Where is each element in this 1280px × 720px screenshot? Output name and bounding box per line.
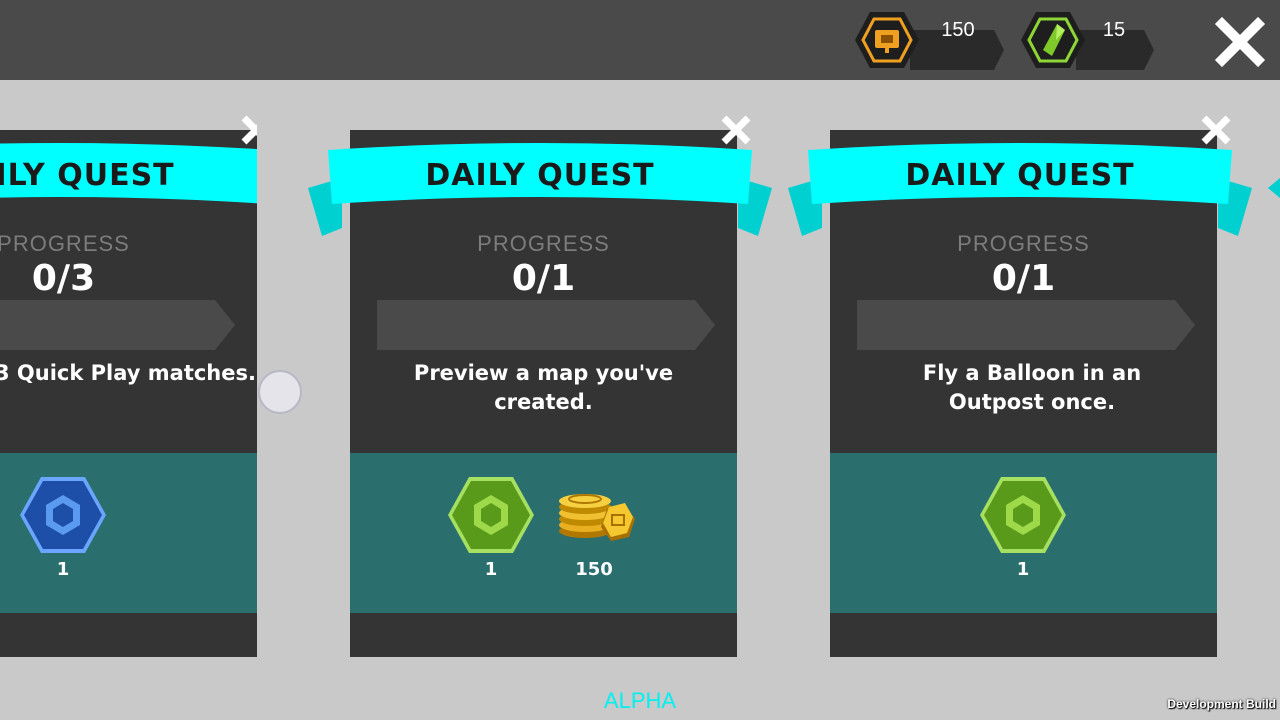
touch-indicator xyxy=(258,370,302,414)
gem-currency: 15 xyxy=(1020,10,1160,70)
quest-title: DAILY QUEST xyxy=(425,158,655,193)
progress-bar xyxy=(377,300,715,350)
gem-value: 15 xyxy=(1102,19,1126,41)
card-close-icon[interactable] xyxy=(1198,112,1234,148)
progress-value: 0/3 xyxy=(31,258,96,299)
coin-currency: 150 xyxy=(854,10,1006,70)
progress-bar xyxy=(857,300,1195,350)
reward-item: 1 xyxy=(973,475,1073,580)
close-icon[interactable] xyxy=(1214,16,1266,68)
progress-bar xyxy=(0,300,235,350)
green-hex-token-icon xyxy=(980,477,1066,553)
coin-hex-icon xyxy=(855,12,919,68)
reward-item: 1 xyxy=(441,475,541,580)
card-close-icon[interactable] xyxy=(238,112,257,148)
green-hex-token-icon xyxy=(448,477,534,553)
coin-value: 150 xyxy=(941,19,975,41)
quest-card: PROGRESS 0/1 Fly a Balloon in an Outpost… xyxy=(788,115,1252,657)
reward-item: 150 xyxy=(544,475,644,580)
progress-value: 0/1 xyxy=(991,258,1056,299)
reward-count: 1 xyxy=(56,559,70,580)
next-card-ribbon xyxy=(1268,178,1280,198)
reward-count: 1 xyxy=(484,559,498,580)
quest-card: PROGRESS 0/3 3 Quick Play matches. 1 DAI… xyxy=(0,115,257,657)
progress-value: 0/1 xyxy=(511,258,576,299)
quest-description: Fly a Balloon in an Outpost once. xyxy=(922,361,1142,414)
quest-card-clip: PROGRESS 0/3 3 Quick Play matches. 1 DAI… xyxy=(0,0,257,720)
development-build-label: Development Build xyxy=(1167,697,1276,711)
gem-hex-icon xyxy=(1021,12,1085,68)
reward-count: 150 xyxy=(575,559,613,580)
reward-count: 1 xyxy=(1016,559,1030,580)
blue-hex-token-icon xyxy=(20,477,106,553)
quest-description: Preview a map you've created. xyxy=(413,361,674,414)
quest-title: DAILY QUEST xyxy=(0,158,175,193)
quest-title: DAILY QUEST xyxy=(905,158,1135,193)
card-close-icon[interactable] xyxy=(718,112,754,148)
alpha-label: ALPHA xyxy=(603,688,677,713)
gold-coins-icon xyxy=(559,494,635,541)
reward-item: 1 xyxy=(13,475,113,580)
quest-card: PROGRESS 0/1 Preview a map you've create… xyxy=(308,115,772,657)
